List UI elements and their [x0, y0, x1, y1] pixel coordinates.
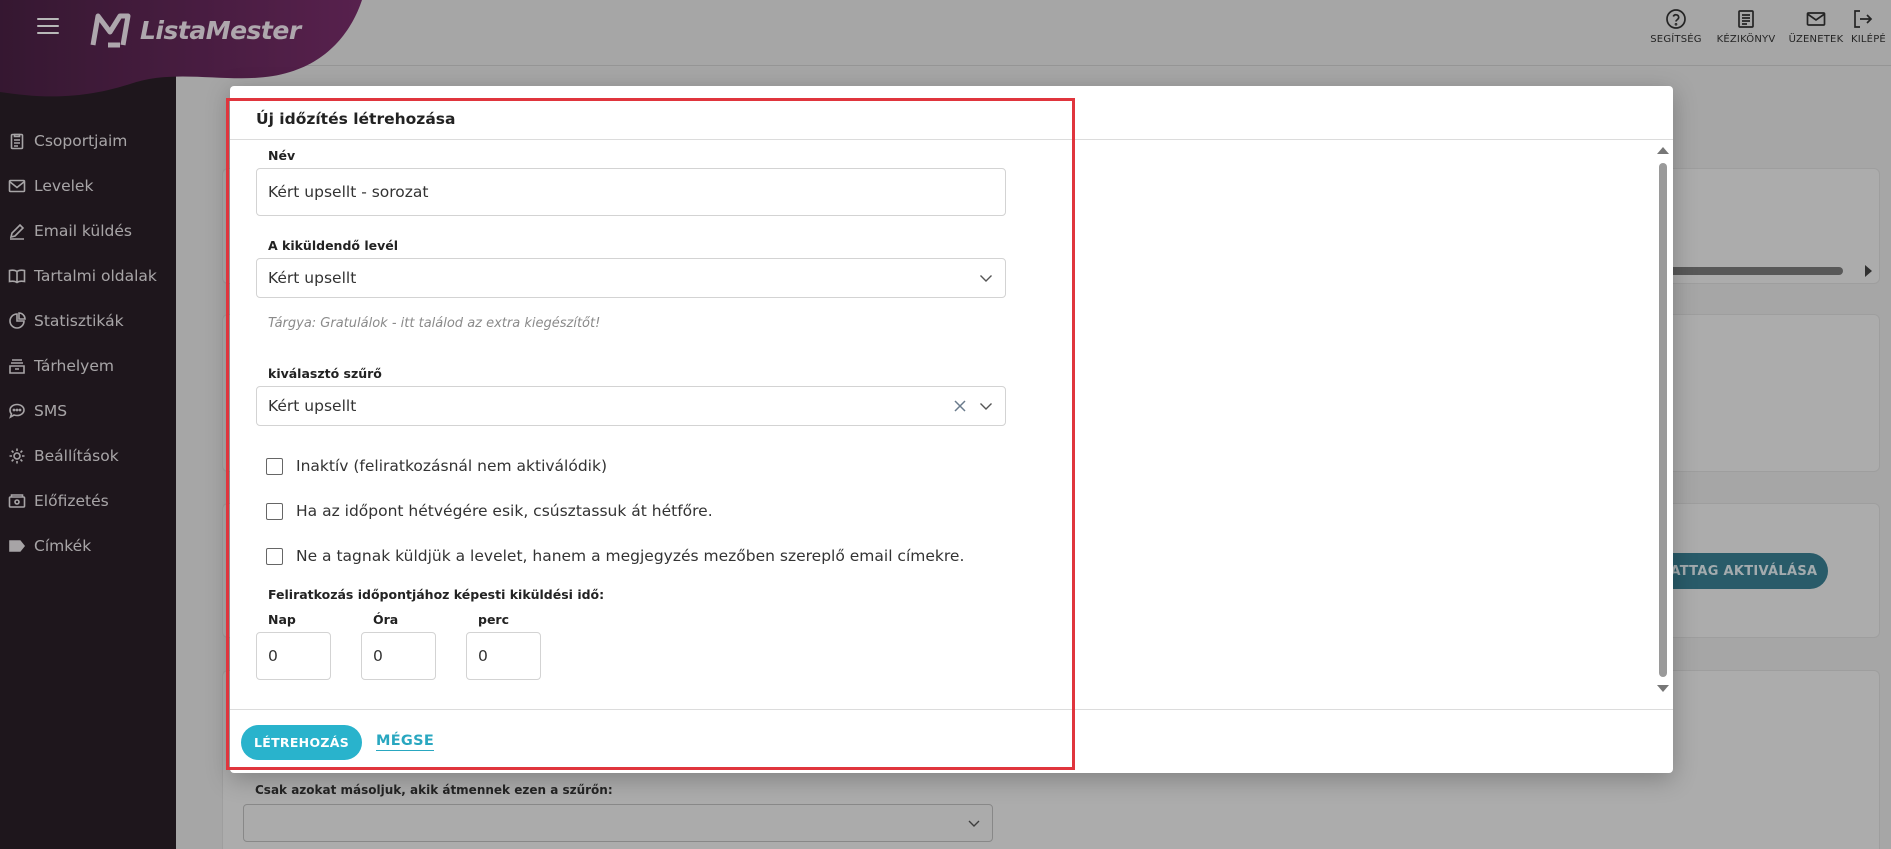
name-label: Név [268, 148, 296, 163]
letter-label: A kiküldendő levél [268, 238, 399, 253]
hour-input-value: 0 [373, 647, 383, 665]
create-button[interactable]: LÉTREHOZÁS [241, 725, 362, 760]
scroll-up-arrow-icon[interactable] [1657, 147, 1669, 154]
note-emails-checkbox-label: Ne a tagnak küldjük a levelet, hanem a m… [296, 547, 965, 565]
filter-select[interactable]: Kért upsellt [256, 386, 1006, 426]
name-input-value: Kért upsellt - sorozat [268, 183, 429, 201]
hour-input[interactable]: 0 [361, 632, 436, 680]
day-label: Nap [268, 612, 296, 627]
hour-label: Óra [373, 612, 399, 627]
scroll-down-arrow-icon[interactable] [1657, 685, 1669, 692]
inactive-checkbox-label: Inaktív (feliratkozásnál nem aktiválódik… [296, 457, 607, 475]
chevron-down-icon [980, 403, 992, 410]
create-schedule-dialog: Új időzítés létrehozása Név Kért upsellt… [230, 86, 1673, 773]
letter-select[interactable]: Kért upsellt [256, 258, 1006, 298]
filter-label: kiválasztó szűrő [268, 366, 382, 381]
dialog-vertical-scrollbar[interactable] [1657, 147, 1669, 697]
divider [230, 709, 1673, 710]
note-emails-checkbox[interactable] [266, 547, 283, 565]
cancel-button[interactable]: MÉGSE [376, 733, 435, 751]
scrollbar-thumb[interactable] [1659, 163, 1667, 677]
minute-input[interactable]: 0 [466, 632, 541, 680]
send-offset-label: Feliratkozás időpontjához képesti kiküld… [268, 587, 605, 602]
filter-select-value: Kért upsellt [268, 397, 357, 415]
dialog-title: Új időzítés létrehozása [256, 110, 456, 128]
clear-selection-icon[interactable] [953, 399, 967, 413]
letter-select-value: Kért upsellt [268, 269, 357, 287]
minute-label: perc [478, 612, 509, 627]
day-input[interactable]: 0 [256, 632, 331, 680]
inactive-checkbox-row[interactable]: Inaktív (feliratkozásnál nem aktiválódik… [266, 457, 607, 475]
note-emails-checkbox-row[interactable]: Ne a tagnak küldjük a levelet, hanem a m… [266, 547, 964, 565]
weekend-shift-checkbox[interactable] [266, 502, 283, 520]
weekend-shift-checkbox-row[interactable]: Ha az időpont hétvégére esik, csúsztassu… [266, 502, 713, 520]
inactive-checkbox[interactable] [266, 457, 283, 475]
name-input[interactable]: Kért upsellt - sorozat [256, 168, 1006, 216]
minute-input-value: 0 [478, 647, 488, 665]
letter-subject-hint: Tárgya: Gratulálok - itt találod az extr… [268, 316, 601, 331]
chevron-down-icon [980, 275, 992, 282]
dialog-body: Név Kért upsellt - sorozat A kiküldendő … [230, 140, 1648, 708]
day-input-value: 0 [268, 647, 278, 665]
weekend-shift-checkbox-label: Ha az időpont hétvégére esik, csúsztassu… [296, 502, 713, 520]
